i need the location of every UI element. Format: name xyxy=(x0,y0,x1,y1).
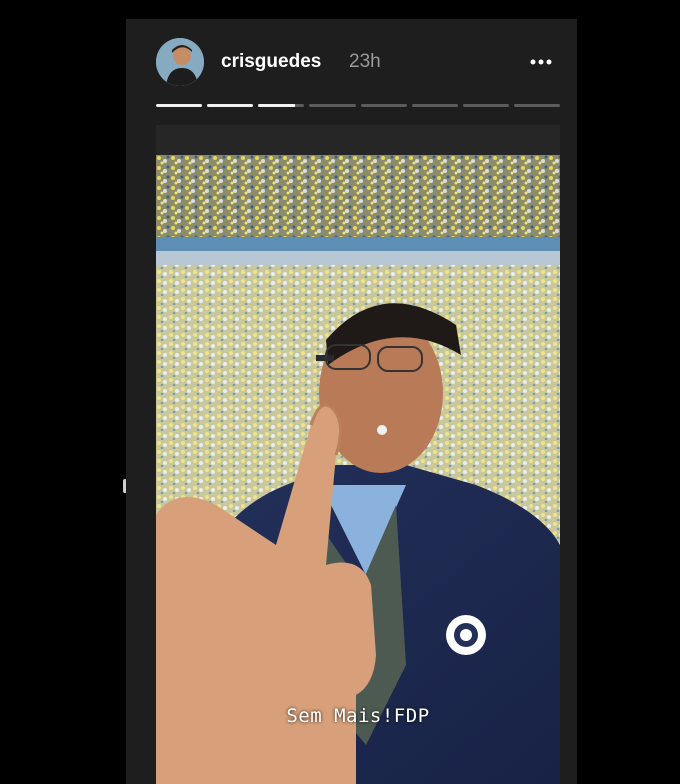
timestamp: 23h xyxy=(349,51,381,72)
progress-segment xyxy=(411,104,458,107)
avatar[interactable] xyxy=(156,38,204,86)
story-photo xyxy=(156,125,560,784)
more-horizontal-icon xyxy=(530,59,552,65)
story-viewer: crisguedes 23h Sem Mais!FDP xyxy=(126,19,577,784)
progress-segment xyxy=(156,104,203,107)
story-media[interactable]: Sem Mais!FDP xyxy=(156,125,560,784)
progress-segment-fill xyxy=(258,104,296,107)
avatar-image xyxy=(156,38,204,86)
progress-segment xyxy=(207,104,254,107)
progress-segment-fill xyxy=(156,104,203,107)
story-header: crisguedes 23h xyxy=(126,19,577,119)
username[interactable]: crisguedes xyxy=(221,50,321,74)
progress-segment xyxy=(258,104,305,107)
story-progress-bar xyxy=(156,104,560,107)
progress-segment-fill xyxy=(207,104,254,107)
progress-segment xyxy=(360,104,407,107)
progress-segment xyxy=(309,104,356,107)
progress-segment xyxy=(513,104,560,107)
more-options-button[interactable] xyxy=(524,49,558,75)
story-caption: Sem Mais!FDP xyxy=(286,705,430,727)
progress-segment xyxy=(462,104,509,107)
